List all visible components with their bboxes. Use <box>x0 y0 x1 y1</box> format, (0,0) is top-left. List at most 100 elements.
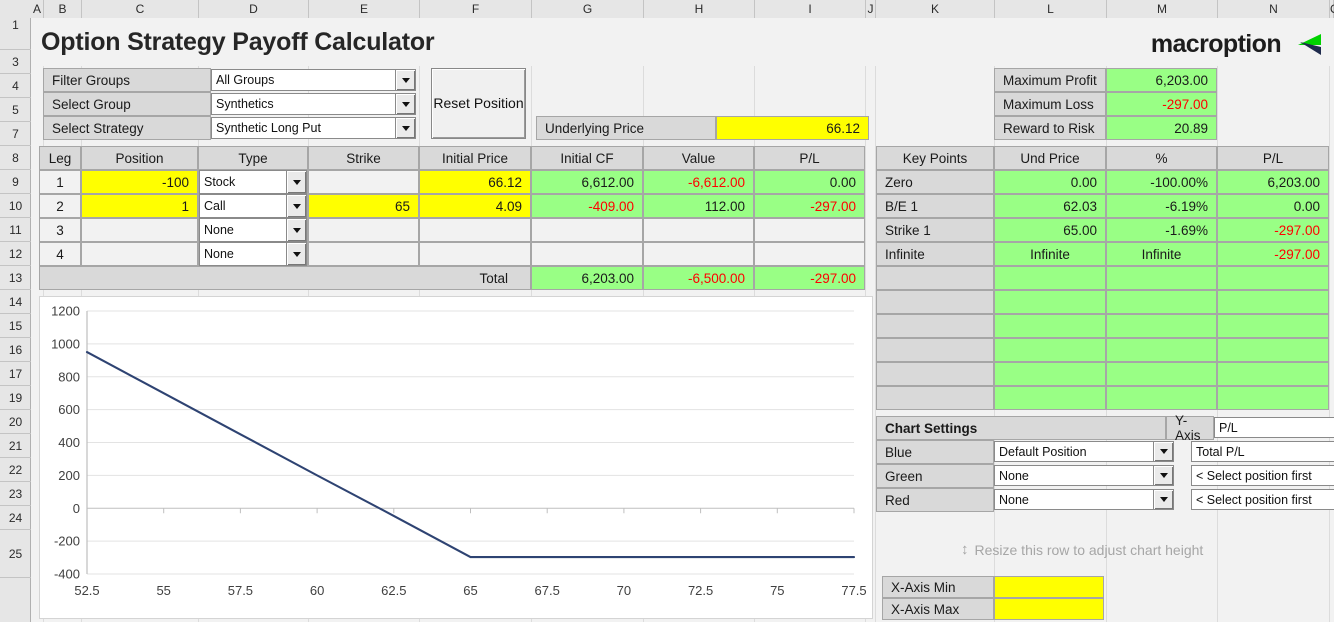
chart-series-dropdown[interactable]: Total P/L <box>1191 441 1334 462</box>
row-header-8[interactable]: 8 <box>0 146 31 170</box>
row-header-15[interactable]: 15 <box>0 314 31 338</box>
worksheet-grid: Option Strategy Payoff Calculator macrop… <box>31 18 1334 622</box>
leg-strike-cell[interactable]: 65 <box>308 194 419 218</box>
svg-text:55: 55 <box>156 583 170 598</box>
xaxis-max-input[interactable] <box>994 598 1104 620</box>
column-header-G[interactable]: G <box>532 0 644 18</box>
row-header-1[interactable]: 1 <box>0 0 31 50</box>
row-header-3[interactable]: 3 <box>0 50 31 74</box>
chart-series-dropdown[interactable]: < Select position first <box>1191 489 1334 510</box>
column-header-I[interactable]: I <box>755 0 866 18</box>
leg-position-cell[interactable]: -100 <box>81 170 198 194</box>
row-header-20[interactable]: 20 <box>0 410 31 434</box>
key-point-name-cell <box>876 386 994 410</box>
leg-position-cell[interactable] <box>81 242 198 266</box>
leg-type-dropdown[interactable]: None <box>199 242 307 266</box>
row-header-7[interactable]: 7 <box>0 122 31 146</box>
row-header-25[interactable]: 25 <box>0 530 31 578</box>
key-point-und-price-cell: 62.03 <box>994 194 1106 218</box>
y-axis-dropdown[interactable]: P/L <box>1214 417 1334 438</box>
row-header-19[interactable]: 19 <box>0 386 31 410</box>
chevron-down-icon[interactable] <box>286 243 306 265</box>
row-header-16[interactable]: 16 <box>0 338 31 362</box>
chevron-down-icon[interactable] <box>286 171 306 193</box>
column-header-N[interactable]: N <box>1218 0 1330 18</box>
legs-column-header: Leg <box>39 146 81 170</box>
xaxis-max-label: X-Axis Max <box>882 598 994 620</box>
payoff-chart[interactable]: -400 -200 0 200 400 600 800 1000 1200 52.5 55 57.5 6… <box>39 296 873 619</box>
leg-position-cell[interactable]: 1 <box>81 194 198 218</box>
column-header-J[interactable]: J <box>866 0 876 18</box>
key-point-pct-cell <box>1106 338 1217 362</box>
leg-initial_cf-cell: 6,612.00 <box>531 170 643 194</box>
chart-position-dropdown[interactable]: Default Position <box>994 441 1174 462</box>
chevron-down-icon[interactable] <box>395 94 415 114</box>
column-header-K[interactable]: K <box>876 0 995 18</box>
filter-groups-dropdown[interactable]: All Groups <box>211 69 416 91</box>
row-header-24[interactable]: 24 <box>0 506 31 530</box>
leg-type-dropdown[interactable]: Stock <box>199 170 307 194</box>
chevron-down-icon[interactable] <box>395 118 415 138</box>
svg-text:0: 0 <box>73 501 80 516</box>
column-header-D[interactable]: D <box>199 0 309 18</box>
chevron-down-icon[interactable] <box>286 195 306 217</box>
column-header-O[interactable]: O <box>1330 0 1334 18</box>
row-header-13[interactable]: 13 <box>0 266 31 290</box>
leg-initial_price-cell[interactable]: 66.12 <box>419 170 531 194</box>
chart-series-dropdown[interactable]: < Select position first <box>1191 465 1334 486</box>
chevron-down-icon[interactable] <box>1153 442 1173 461</box>
key-point-pl-cell <box>1217 314 1329 338</box>
row-header-10[interactable]: 10 <box>0 194 31 218</box>
svg-text:70: 70 <box>617 583 631 598</box>
leg-strike-cell[interactable] <box>308 170 419 194</box>
key-point-pl-cell: 0.00 <box>1217 194 1329 218</box>
svg-text:72.5: 72.5 <box>688 583 713 598</box>
resize-hint-text: Resize this row to adjust chart height <box>974 541 1204 558</box>
chevron-down-icon[interactable] <box>286 219 306 241</box>
column-header-L[interactable]: L <box>995 0 1107 18</box>
svg-text:57.5: 57.5 <box>228 583 253 598</box>
select-group-dropdown[interactable]: Synthetics <box>211 93 416 115</box>
column-header-E[interactable]: E <box>309 0 420 18</box>
chevron-down-icon[interactable] <box>395 70 415 90</box>
row-header-14[interactable]: 14 <box>0 290 31 314</box>
svg-text:200: 200 <box>58 468 80 483</box>
leg-type-dropdown[interactable]: Call <box>199 194 307 218</box>
leg-strike-cell[interactable] <box>308 242 419 266</box>
svg-text:75: 75 <box>770 583 784 598</box>
row-header-21[interactable]: 21 <box>0 434 31 458</box>
chart-position-dropdown[interactable]: None <box>994 465 1174 486</box>
row-header-5[interactable]: 5 <box>0 98 31 122</box>
key-point-name-cell: B/E 1 <box>876 194 994 218</box>
leg-initial_price-cell[interactable]: 4.09 <box>419 194 531 218</box>
leg-type-dropdown[interactable]: None <box>199 218 307 242</box>
select-strategy-label: Select Strategy <box>43 116 211 140</box>
svg-text:67.5: 67.5 <box>535 583 560 598</box>
row-header-11[interactable]: 11 <box>0 218 31 242</box>
legs-column-header: Type <box>198 146 308 170</box>
row-header-22[interactable]: 22 <box>0 458 31 482</box>
column-header-C[interactable]: C <box>82 0 199 18</box>
chevron-down-icon[interactable] <box>1153 490 1173 509</box>
row-header-17[interactable]: 17 <box>0 362 31 386</box>
leg-initial_price-cell[interactable] <box>419 218 531 242</box>
column-header-A[interactable]: A <box>31 0 44 18</box>
chevron-down-icon[interactable] <box>1153 466 1173 485</box>
row-header-4[interactable]: 4 <box>0 74 31 98</box>
leg-strike-cell[interactable] <box>308 218 419 242</box>
column-header-B[interactable]: B <box>44 0 82 18</box>
leg-initial_price-cell[interactable] <box>419 242 531 266</box>
leg-position-cell[interactable] <box>81 218 198 242</box>
xaxis-min-input[interactable] <box>994 576 1104 598</box>
column-header-H[interactable]: H <box>644 0 755 18</box>
select-strategy-dropdown[interactable]: Synthetic Long Put <box>211 117 416 139</box>
column-header-F[interactable]: F <box>420 0 532 18</box>
row-header-23[interactable]: 23 <box>0 482 31 506</box>
row-header-9[interactable]: 9 <box>0 170 31 194</box>
column-header-M[interactable]: M <box>1107 0 1218 18</box>
reset-position-button[interactable]: Reset Position <box>431 68 526 139</box>
underlying-price-input[interactable]: 66.12 <box>716 116 869 140</box>
select-group-value: Synthetics <box>216 97 274 111</box>
chart-position-dropdown[interactable]: None <box>994 489 1174 510</box>
row-header-12[interactable]: 12 <box>0 242 31 266</box>
